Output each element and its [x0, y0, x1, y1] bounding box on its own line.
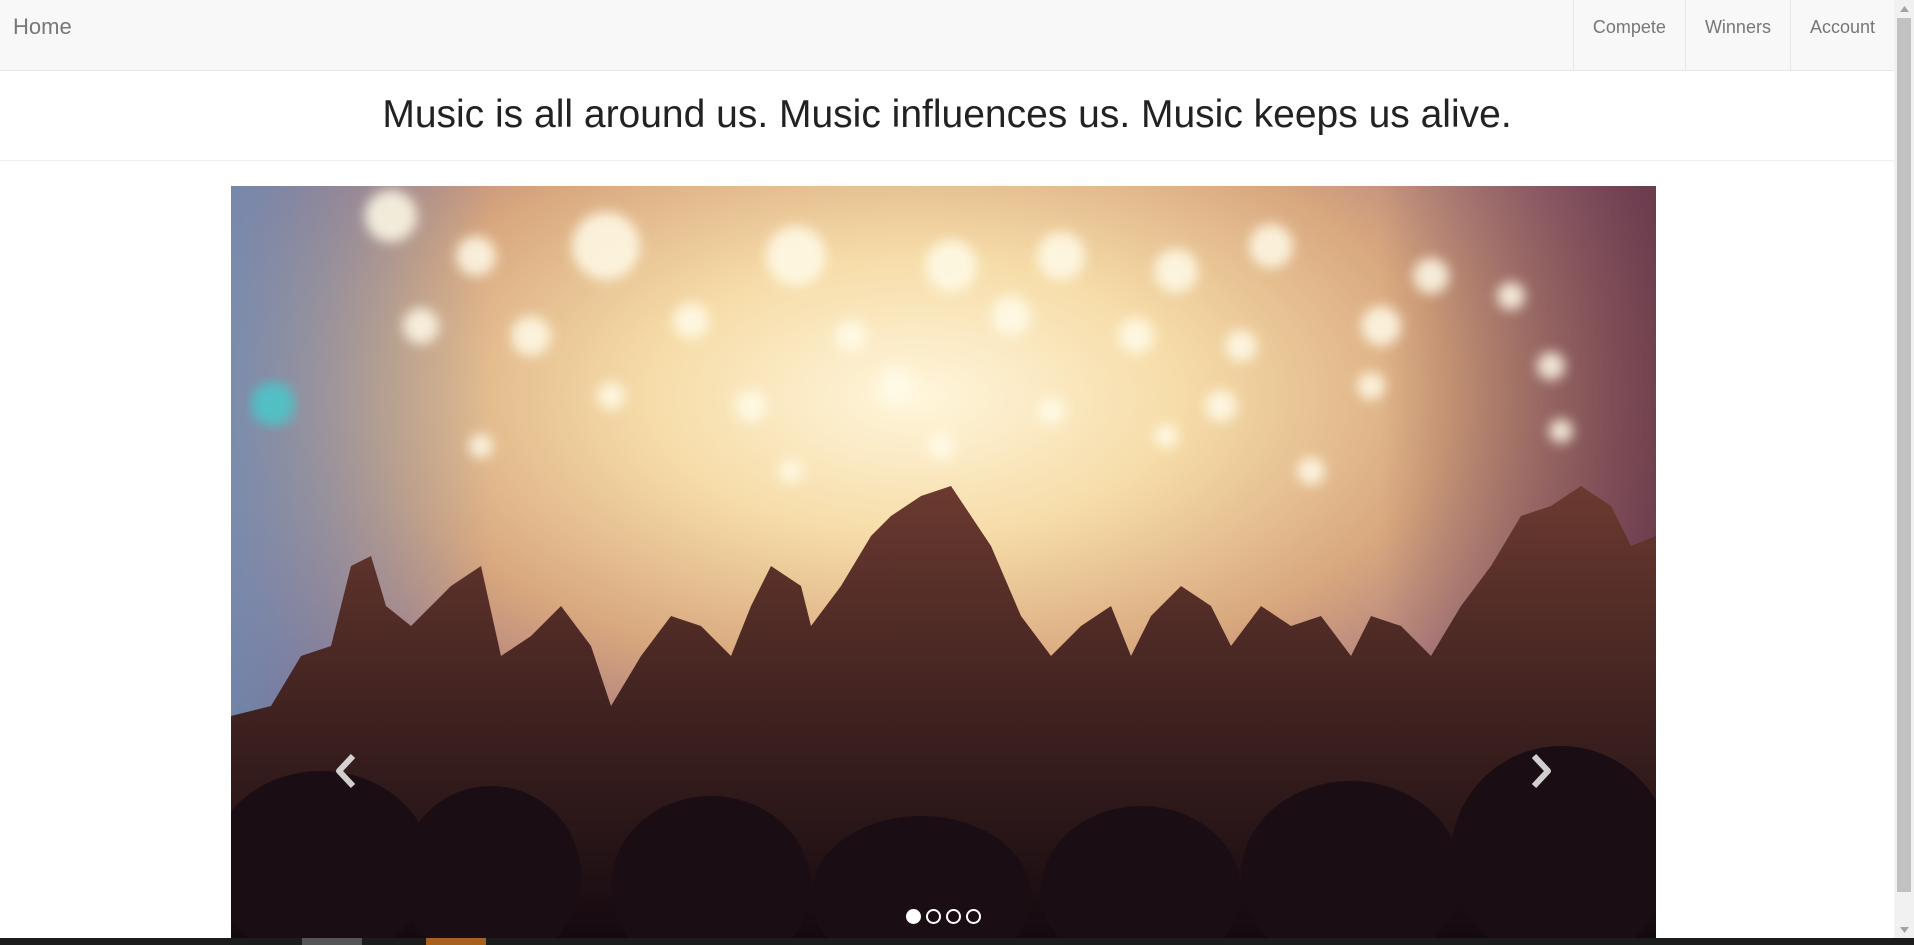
nav-item-compete[interactable]: Compete — [1572, 0, 1685, 70]
image-carousel — [231, 186, 1656, 938]
page-tagline: Music is all around us. Music influences… — [382, 93, 1512, 136]
scroll-up-arrow-icon[interactable] — [1894, 0, 1914, 17]
carousel-indicators — [231, 909, 1656, 924]
carousel-indicator-1[interactable] — [906, 909, 921, 924]
nav-item-winners[interactable]: Winners — [1684, 0, 1790, 70]
os-taskbar — [0, 938, 1914, 945]
chevron-right-icon — [1531, 753, 1551, 789]
taskbar-app-icon[interactable] — [426, 938, 486, 945]
home-link[interactable]: Home — [13, 0, 72, 54]
carousel-indicator-2[interactable] — [926, 909, 941, 924]
concert-crowd-image — [231, 186, 1656, 938]
tagline-section: Music is all around us. Music influences… — [0, 71, 1894, 161]
carousel-next-button[interactable] — [1521, 741, 1561, 801]
scroll-down-arrow-icon[interactable] — [1894, 921, 1914, 938]
nav-item-account[interactable]: Account — [1789, 0, 1894, 70]
vertical-scrollbar[interactable] — [1894, 0, 1914, 938]
top-navbar: Home Compete Winners Account — [0, 0, 1894, 71]
carousel-indicator-3[interactable] — [946, 909, 961, 924]
scrollbar-thumb[interactable] — [1897, 18, 1911, 892]
chevron-left-icon — [336, 753, 356, 789]
nav-menu: Compete Winners Account — [1572, 0, 1894, 70]
taskbar-app-icon[interactable] — [302, 938, 362, 945]
carousel-prev-button[interactable] — [326, 741, 366, 801]
carousel-indicator-4[interactable] — [966, 909, 981, 924]
page: Home Compete Winners Account Music is al… — [0, 0, 1914, 945]
